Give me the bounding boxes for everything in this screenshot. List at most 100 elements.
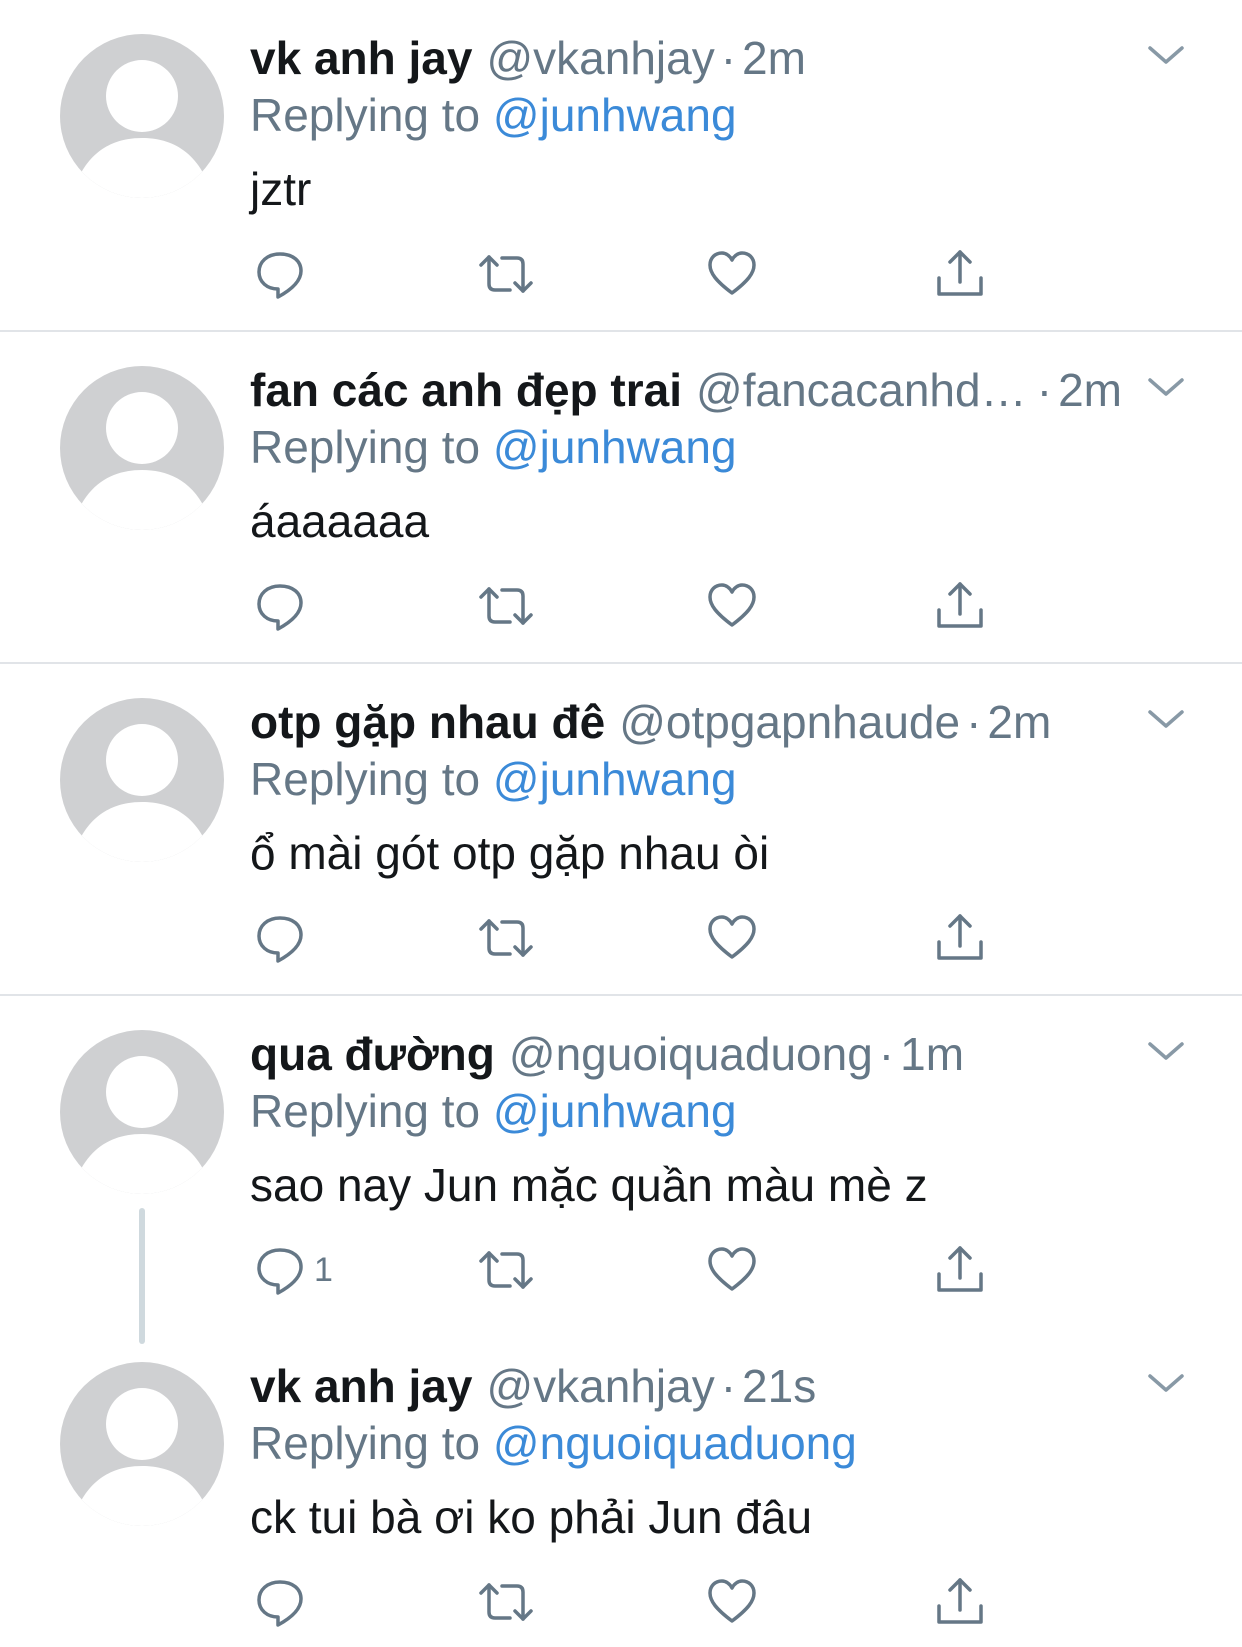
- user-handle[interactable]: @nguoiquaduong: [509, 1027, 873, 1081]
- reply-button[interactable]: 1: [254, 1242, 333, 1298]
- retweet-icon: [478, 248, 534, 300]
- retweet-icon: [478, 912, 534, 964]
- timestamp[interactable]: 1m: [900, 1027, 964, 1081]
- reply-button[interactable]: [254, 1574, 314, 1630]
- like-button[interactable]: [706, 246, 758, 302]
- tweet-text: ck tui bà ơi ko phải Jun đâu: [250, 1491, 813, 1543]
- share-button[interactable]: [934, 578, 986, 634]
- share-icon: [934, 912, 986, 964]
- reply-icon: [254, 248, 306, 300]
- default-avatar-icon[interactable]: [60, 34, 224, 198]
- tweet-header: qua đường @nguoiquaduong · 1m: [250, 1018, 1122, 1090]
- tweet-text: áaaaaaa: [250, 495, 430, 547]
- tweet-text: ổ mài gót otp gặp nhau òi: [250, 827, 770, 879]
- chevron-down-icon[interactable]: [1144, 1368, 1188, 1398]
- display-name[interactable]: vk anh jay: [250, 1359, 472, 1413]
- like-button[interactable]: [706, 1574, 758, 1630]
- retweet-button[interactable]: [478, 578, 534, 634]
- tweet[interactable]: qua đường @nguoiquaduong · 1m Replying t…: [0, 996, 1242, 1344]
- reply-icon: [254, 1244, 306, 1296]
- replying-to-label: Replying to: [250, 89, 481, 141]
- retweet-button[interactable]: [478, 246, 534, 302]
- share-button[interactable]: [934, 910, 986, 966]
- reply-mention-link[interactable]: @nguoiquaduong: [493, 1417, 857, 1469]
- display-name[interactable]: vk anh jay: [250, 31, 472, 85]
- retweet-button[interactable]: [478, 1242, 534, 1298]
- share-button[interactable]: [934, 1242, 986, 1298]
- user-handle[interactable]: @vkanhjay: [486, 31, 714, 85]
- share-icon: [934, 1576, 986, 1628]
- separator-dot: ·: [720, 32, 737, 84]
- user-handle[interactable]: @fancacanhdeptrai: [696, 363, 1031, 417]
- reply-mention-link[interactable]: @junhwang: [493, 421, 737, 473]
- retweet-button[interactable]: [478, 910, 534, 966]
- tweet[interactable]: fan các anh đẹp trai @fancacanhdeptrai ·…: [0, 332, 1242, 664]
- default-avatar-icon[interactable]: [60, 1030, 224, 1194]
- replying-to: Replying to @junhwang: [250, 88, 737, 142]
- reply-mention-link[interactable]: @junhwang: [493, 89, 737, 141]
- share-icon: [934, 248, 986, 300]
- user-handle[interactable]: @otpgapnhaude: [619, 695, 960, 749]
- timestamp[interactable]: 2m: [742, 31, 806, 85]
- share-button[interactable]: [934, 1574, 986, 1630]
- reply-count: 1: [314, 1250, 333, 1289]
- heart-icon: [706, 580, 758, 632]
- tweet[interactable]: otp gặp nhau đê @otpgapnhaude · 2m Reply…: [0, 664, 1242, 996]
- replying-to: Replying to @junhwang: [250, 752, 737, 806]
- reply-icon: [254, 1576, 306, 1628]
- reply-button[interactable]: [254, 910, 314, 966]
- timestamp[interactable]: 2m: [1058, 363, 1122, 417]
- replying-to: Replying to @junhwang: [250, 1084, 737, 1138]
- replying-to-label: Replying to: [250, 1085, 481, 1137]
- tweet-feed: vk anh jay @vkanhjay · 2m Replying to @j…: [0, 0, 1242, 1647]
- share-button[interactable]: [934, 246, 986, 302]
- reply-button[interactable]: [254, 246, 314, 302]
- like-button[interactable]: [706, 910, 758, 966]
- tweet-header: fan các anh đẹp trai @fancacanhdeptrai ·…: [250, 354, 1122, 426]
- reply-mention-link[interactable]: @junhwang: [493, 1085, 737, 1137]
- replying-to-label: Replying to: [250, 753, 481, 805]
- separator-dot: ·: [1036, 364, 1053, 416]
- chevron-down-icon[interactable]: [1144, 372, 1188, 402]
- default-avatar-icon[interactable]: [60, 1362, 224, 1526]
- tweet-text: sao nay Jun mặc quần màu mè z: [250, 1159, 928, 1211]
- default-avatar-icon[interactable]: [60, 366, 224, 530]
- user-handle[interactable]: @vkanhjay: [486, 1359, 714, 1413]
- share-icon: [934, 580, 986, 632]
- replying-to-label: Replying to: [250, 1417, 481, 1469]
- retweet-button[interactable]: [478, 1574, 534, 1630]
- display-name[interactable]: otp gặp nhau đê: [250, 695, 605, 749]
- display-name[interactable]: fan các anh đẹp trai: [250, 363, 682, 417]
- retweet-icon: [478, 1244, 534, 1296]
- reply-icon: [254, 912, 306, 964]
- retweet-icon: [478, 1576, 534, 1628]
- replying-to: Replying to @junhwang: [250, 420, 737, 474]
- timestamp[interactable]: 2m: [987, 695, 1051, 749]
- like-button[interactable]: [706, 578, 758, 634]
- share-icon: [934, 1244, 986, 1296]
- like-button[interactable]: [706, 1242, 758, 1298]
- heart-icon: [706, 248, 758, 300]
- tweet-header: otp gặp nhau đê @otpgapnhaude · 2m: [250, 686, 1122, 758]
- thread-connector-line: [139, 1208, 145, 1344]
- display-name[interactable]: qua đường: [250, 1027, 495, 1081]
- reply-mention-link[interactable]: @junhwang: [493, 753, 737, 805]
- default-avatar-icon[interactable]: [60, 698, 224, 862]
- heart-icon: [706, 1244, 758, 1296]
- separator-dot: ·: [966, 696, 982, 748]
- tweet[interactable]: vk anh jay @vkanhjay · 21s Replying to @…: [0, 1328, 1242, 1647]
- chevron-down-icon[interactable]: [1144, 704, 1188, 734]
- chevron-down-icon[interactable]: [1144, 1036, 1188, 1066]
- separator-dot: ·: [720, 1360, 737, 1412]
- retweet-icon: [478, 580, 534, 632]
- tweet-header: vk anh jay @vkanhjay · 2m: [250, 22, 1122, 94]
- tweet-text: jztr: [250, 163, 312, 215]
- heart-icon: [706, 912, 758, 964]
- reply-icon: [254, 580, 306, 632]
- replying-to-label: Replying to: [250, 421, 481, 473]
- heart-icon: [706, 1576, 758, 1628]
- timestamp[interactable]: 21s: [742, 1359, 816, 1413]
- chevron-down-icon[interactable]: [1144, 40, 1188, 70]
- reply-button[interactable]: [254, 578, 314, 634]
- tweet[interactable]: vk anh jay @vkanhjay · 2m Replying to @j…: [0, 0, 1242, 332]
